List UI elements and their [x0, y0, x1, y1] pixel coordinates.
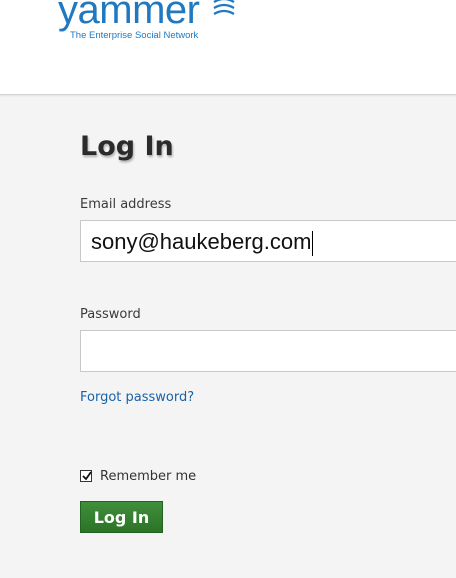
- email-label: Email address: [80, 197, 172, 212]
- login-panel: Log In Email address sony@haukeberg.com …: [0, 95, 456, 578]
- page-title: Log In: [80, 131, 174, 162]
- remember-me-label: Remember me: [100, 468, 197, 484]
- forgot-password-link[interactable]: Forgot password?: [80, 390, 194, 405]
- logo-wordmark: yammer: [58, 0, 200, 32]
- logo-tagline: The Enterprise Social Network: [70, 30, 199, 41]
- email-value: sony@haukeberg.com: [91, 229, 312, 254]
- yammer-waves-icon: [213, 0, 235, 15]
- password-field[interactable]: [80, 330, 456, 372]
- password-label: Password: [80, 307, 141, 322]
- site-header: yammer The Enterprise Social Network: [0, 0, 456, 95]
- remember-me-row[interactable]: Remember me: [80, 468, 196, 484]
- yammer-logo[interactable]: yammer The Enterprise Social Network: [58, 0, 238, 46]
- text-cursor: [312, 230, 314, 256]
- checkmark-icon: [82, 471, 92, 481]
- log-in-button[interactable]: Log In: [80, 501, 163, 533]
- remember-me-checkbox[interactable]: [80, 470, 92, 482]
- email-field[interactable]: sony@haukeberg.com: [80, 220, 456, 262]
